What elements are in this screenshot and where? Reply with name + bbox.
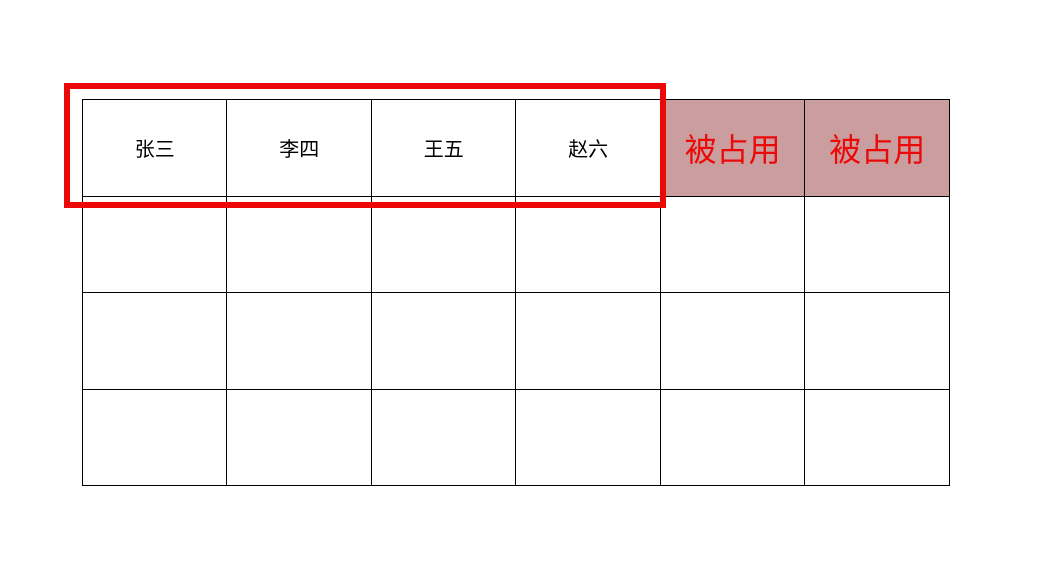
grid-table-container: 张三 李四 王五 赵六 被占用 被占用 — [82, 99, 950, 486]
table-row: 张三 李四 王五 赵六 被占用 被占用 — [83, 100, 950, 197]
table-row — [83, 293, 950, 390]
cell-empty — [83, 196, 227, 293]
cell-name-4: 赵六 — [516, 100, 660, 197]
cell-empty — [660, 389, 805, 486]
table-row — [83, 196, 950, 293]
cell-empty — [805, 389, 950, 486]
cell-occupied-1: 被占用 — [660, 100, 805, 197]
cell-empty — [805, 293, 950, 390]
cell-empty — [371, 389, 515, 486]
cell-empty — [371, 293, 515, 390]
cell-empty — [227, 196, 371, 293]
cell-name-3: 王五 — [371, 100, 515, 197]
cell-name-1: 张三 — [83, 100, 227, 197]
cell-occupied-2: 被占用 — [805, 100, 950, 197]
cell-empty — [805, 196, 950, 293]
cell-empty — [516, 293, 660, 390]
grid-table: 张三 李四 王五 赵六 被占用 被占用 — [82, 99, 950, 486]
cell-empty — [516, 389, 660, 486]
cell-empty — [227, 293, 371, 390]
cell-empty — [516, 196, 660, 293]
cell-empty — [660, 293, 805, 390]
table-row — [83, 389, 950, 486]
cell-empty — [371, 196, 515, 293]
cell-empty — [83, 389, 227, 486]
cell-empty — [227, 389, 371, 486]
cell-empty — [83, 293, 227, 390]
cell-name-2: 李四 — [227, 100, 371, 197]
cell-empty — [660, 196, 805, 293]
